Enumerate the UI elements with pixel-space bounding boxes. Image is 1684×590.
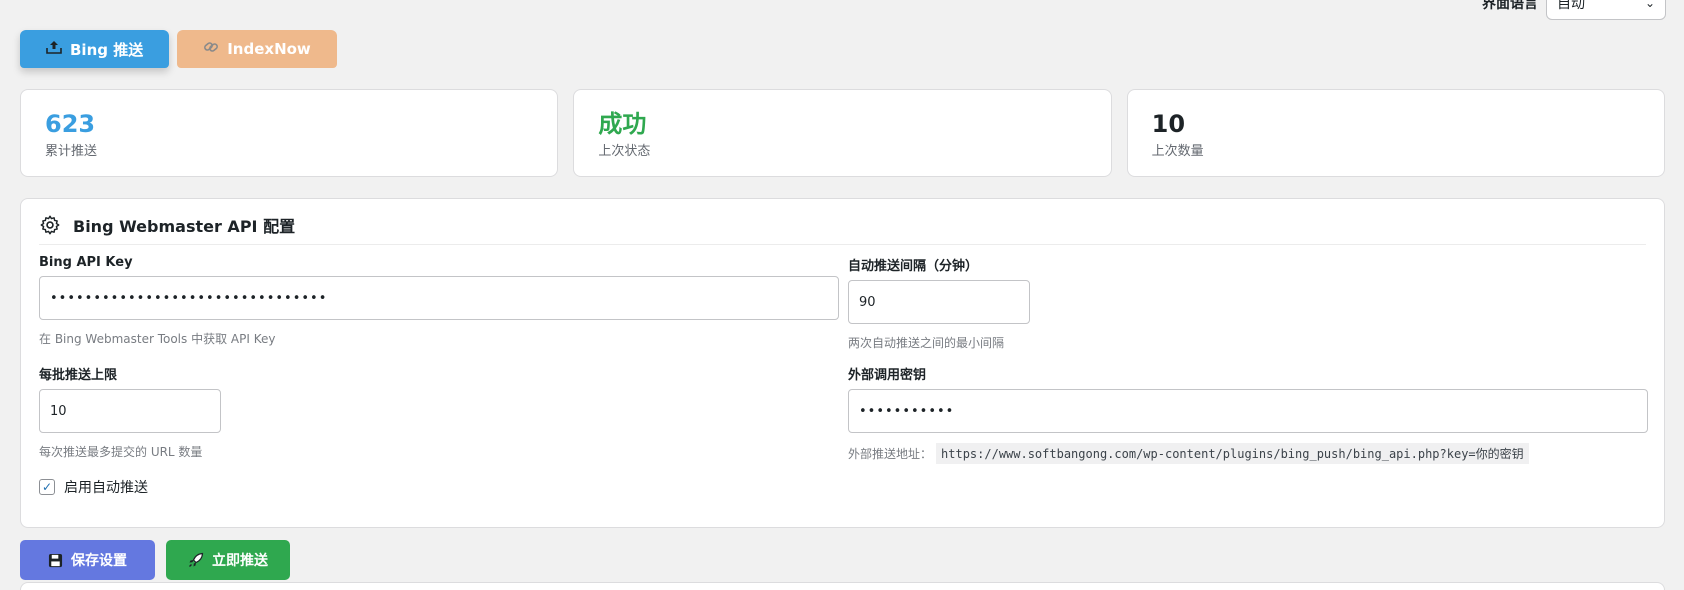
floppy-disk-icon <box>48 553 63 567</box>
stat-card-last-status: 成功 上次状态 <box>573 89 1112 177</box>
stat-total-value: 623 <box>45 110 96 138</box>
upload-tray-icon <box>46 40 62 58</box>
rocket-icon <box>189 552 204 567</box>
interval-field-group: 自动推送间隔（分钟） 90 两次自动推送之间的最小间隔 <box>848 255 1030 351</box>
panel-header: Bing Webmaster API 配置 <box>39 199 1646 245</box>
api-key-field-group: Bing API Key •••••••••••••••••••••••••••… <box>39 255 839 347</box>
batch-limit-help: 每次推送最多提交的 URL 数量 <box>39 445 203 459</box>
auto-push-checkbox[interactable]: ✓ <box>39 479 55 495</box>
language-select[interactable]: 自动 ⌄ <box>1546 0 1666 20</box>
language-selector-row: 界面语言 自动 ⌄ <box>1482 0 1666 20</box>
action-buttons: 保存设置 立即推送 <box>20 540 290 580</box>
api-key-label: Bing API Key <box>39 255 133 270</box>
gear-icon <box>40 215 60 234</box>
batch-limit-label: 每批推送上限 <box>39 368 118 383</box>
stat-total-label: 累计推送 <box>45 144 98 159</box>
api-key-help: 在 Bing Webmaster Tools 中获取 API Key <box>39 332 276 346</box>
api-key-input[interactable]: •••••••••••••••••••••••••••••••• <box>39 276 839 320</box>
stat-card-total: 623 累计推送 <box>20 89 559 177</box>
stat-last-status-label: 上次状态 <box>598 144 651 159</box>
auto-push-label: 启用自动推送 <box>64 480 148 496</box>
auto-push-toggle-row[interactable]: ✓ 启用自动推送 <box>39 477 148 497</box>
save-settings-button[interactable]: 保存设置 <box>20 540 155 580</box>
language-select-value: 自动 <box>1557 0 1585 12</box>
next-panel-edge <box>20 582 1665 590</box>
secret-key-help: 外部推送地址： https://www.softbangong.com/wp-c… <box>848 443 1648 464</box>
interval-help: 两次自动推送之间的最小间隔 <box>848 336 1005 350</box>
tab-indexnow[interactable]: IndexNow <box>177 30 337 68</box>
secret-key-field-group: 外部调用密钥 ••••••••••• 外部推送地址： https://www.s… <box>848 364 1648 464</box>
tab-bing-push[interactable]: Bing 推送 <box>20 30 170 68</box>
secret-key-input[interactable]: ••••••••••• <box>848 389 1648 433</box>
external-url-prefix: 外部推送地址： <box>848 447 933 461</box>
stat-last-count-label: 上次数量 <box>1151 144 1204 159</box>
stat-last-count-value: 10 <box>1151 110 1186 138</box>
tab-indexnow-label: IndexNow <box>227 40 311 58</box>
link-icon <box>203 39 219 59</box>
interval-input[interactable]: 90 <box>848 280 1030 324</box>
stats-row: 623 累计推送 成功 上次状态 10 上次数量 <box>20 89 1665 177</box>
plugin-settings-page: 界面语言 自动 ⌄ Bing 推送 IndexNow 623 累计推送 成功 上… <box>0 0 1684 590</box>
external-url-code: https://www.softbangong.com/wp-content/p… <box>936 443 1529 464</box>
language-label: 界面语言 <box>1482 0 1538 12</box>
tab-bing-push-label: Bing 推送 <box>70 40 144 59</box>
batch-limit-input[interactable]: 10 <box>39 389 221 433</box>
batch-limit-field-group: 每批推送上限 10 每次推送最多提交的 URL 数量 <box>39 364 221 460</box>
push-now-label: 立即推送 <box>212 553 268 569</box>
push-now-button[interactable]: 立即推送 <box>166 540 290 580</box>
api-config-panel: Bing Webmaster API 配置 Bing API Key •••••… <box>20 198 1665 528</box>
interval-label: 自动推送间隔（分钟） <box>848 259 979 274</box>
secret-key-label: 外部调用密钥 <box>848 368 927 383</box>
chevron-down-icon: ⌄ <box>1644 0 1655 10</box>
stat-last-status-value: 成功 <box>598 110 647 138</box>
save-settings-label: 保存设置 <box>71 553 127 569</box>
panel-title: Bing Webmaster API 配置 <box>73 216 296 236</box>
tab-bar: Bing 推送 IndexNow <box>20 30 337 68</box>
stat-card-last-count: 10 上次数量 <box>1126 89 1665 177</box>
